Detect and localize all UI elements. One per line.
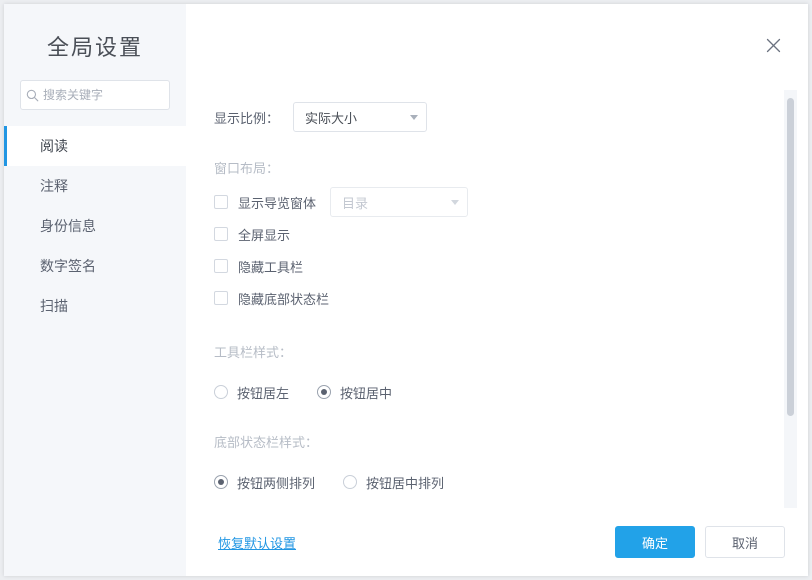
scrollbar-thumb[interactable] — [787, 98, 794, 416]
zoom-select[interactable]: 实际大小 — [293, 102, 428, 132]
show-navigation-checkbox[interactable] — [214, 195, 228, 209]
statusbar-align-sides-label: 按钮两侧排列 — [237, 475, 316, 491]
sidebar-item-label: 阅读 — [40, 138, 68, 154]
toolbar-style-radio-group: 按钮居左 按钮居中 — [214, 378, 808, 406]
statusbar-align-sides-option[interactable]: 按钮两侧排列 — [214, 473, 315, 492]
sidebar-item-identity[interactable]: 身份信息 — [4, 206, 186, 246]
toolbar-align-left-radio[interactable] — [214, 385, 228, 399]
sidebar-item-reading[interactable]: 阅读 — [4, 126, 186, 166]
fullscreen-label: 全屏显示 — [238, 227, 291, 243]
hide-statusbar-checkbox[interactable] — [214, 291, 228, 305]
sidebar: 全局设置 阅读 注释 身份信息 数字签名 — [4, 4, 186, 576]
search-box[interactable] — [20, 80, 170, 110]
sidebar-item-label: 扫描 — [40, 298, 68, 314]
statusbar-align-center-option[interactable]: 按钮居中排列 — [343, 473, 444, 492]
page-title: 全局设置 — [46, 35, 143, 60]
toolbar-align-center-option[interactable]: 按钮居中 — [317, 383, 392, 402]
hide-toolbar-row: 隐藏工具栏 — [214, 252, 808, 280]
toolbar-align-left-label: 按钮居左 — [237, 385, 290, 401]
sidebar-item-scan[interactable]: 扫描 — [4, 286, 186, 326]
sidebar-item-digital-signature[interactable]: 数字签名 — [4, 246, 186, 286]
zoom-setting-row: 显示比例： 实际大小 — [214, 102, 808, 132]
toolbar-align-left-option[interactable]: 按钮居左 — [214, 383, 289, 402]
sidebar-item-annotation[interactable]: 注释 — [4, 166, 186, 206]
statusbar-align-sides-radio[interactable] — [214, 475, 228, 489]
chevron-down-icon — [410, 114, 419, 120]
statusbar-align-center-label: 按钮居中排列 — [366, 475, 445, 491]
main-panel: 显示比例： 实际大小 窗口布局： 显示导览窗体 目录 全屏显示 隐藏工具栏 隐藏… — [186, 4, 808, 576]
confirm-button[interactable]: 确定 — [615, 526, 695, 558]
search-icon — [21, 81, 43, 109]
sidebar-nav: 阅读 注释 身份信息 数字签名 扫描 — [4, 126, 186, 326]
restore-defaults-link[interactable]: 恢复默认设置 — [218, 533, 296, 552]
settings-scroll-area: 显示比例： 实际大小 窗口布局： 显示导览窗体 目录 全屏显示 隐藏工具栏 隐藏… — [186, 90, 808, 505]
sidebar-item-label: 数字签名 — [40, 258, 96, 274]
statusbar-align-center-radio[interactable] — [343, 475, 358, 489]
cancel-button[interactable]: 取消 — [705, 526, 785, 558]
fullscreen-row: 全屏显示 — [214, 220, 808, 248]
show-navigation-row: 显示导览窗体 目录 — [214, 187, 808, 217]
navigation-type-value: 目录 — [342, 195, 369, 211]
settings-dialog: 全局设置 阅读 注释 身份信息 数字签名 — [4, 4, 808, 576]
settings-content: 显示比例： 实际大小 窗口布局： 显示导览窗体 目录 全屏显示 隐藏工具栏 隐藏… — [186, 90, 808, 505]
show-navigation-label: 显示导览窗体 — [238, 195, 317, 211]
statusbar-style-label: 底部状态栏样式： — [214, 435, 319, 450]
dialog-footer: 恢复默认设置 确定 取消 — [186, 508, 808, 576]
search-input[interactable] — [43, 88, 169, 102]
chevron-down-icon — [451, 199, 460, 205]
statusbar-style-radio-group: 按钮两侧排列 按钮居中排列 — [214, 468, 808, 496]
hide-toolbar-checkbox[interactable] — [214, 259, 228, 273]
scrollbar-track[interactable] — [784, 90, 797, 509]
sidebar-item-label: 注释 — [40, 178, 68, 194]
zoom-label: 显示比例： — [214, 110, 280, 126]
hide-statusbar-label: 隐藏底部状态栏 — [238, 291, 330, 307]
sidebar-item-label: 身份信息 — [40, 218, 96, 234]
toolbar-style-label: 工具栏样式： — [214, 345, 293, 360]
close-icon[interactable] — [758, 30, 788, 60]
toolbar-align-center-label: 按钮居中 — [340, 385, 393, 401]
fullscreen-checkbox[interactable] — [214, 227, 228, 241]
toolbar-align-center-radio[interactable] — [317, 385, 332, 399]
zoom-select-value: 实际大小 — [305, 110, 358, 126]
hide-toolbar-label: 隐藏工具栏 — [238, 259, 304, 275]
navigation-type-select[interactable]: 目录 — [330, 187, 469, 217]
hide-statusbar-row: 隐藏底部状态栏 — [214, 284, 808, 312]
window-layout-label: 窗口布局： — [214, 161, 280, 176]
